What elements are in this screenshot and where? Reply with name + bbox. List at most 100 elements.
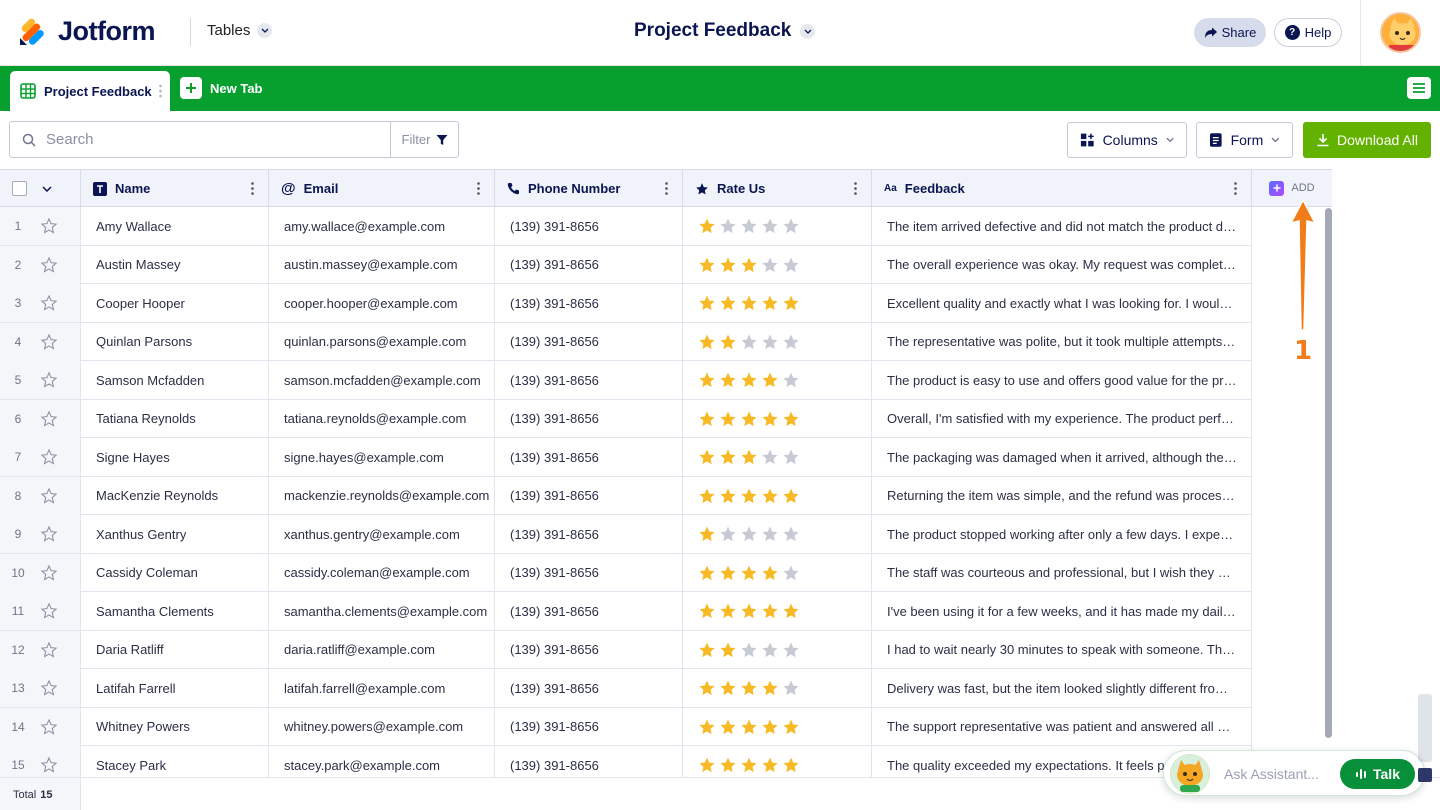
table-row[interactable]: 1 Amy Wallace amy.wallace@example.com (1… bbox=[0, 207, 1252, 246]
favorite-star-icon[interactable] bbox=[40, 756, 58, 774]
phone-cell[interactable]: (139) 391-8656 bbox=[495, 669, 683, 707]
select-all-checkbox[interactable] bbox=[12, 181, 27, 196]
feedback-cell[interactable]: Overall, I'm satisfied with my experienc… bbox=[872, 399, 1252, 438]
name-cell[interactable]: Stacey Park bbox=[81, 746, 269, 777]
favorite-star-icon[interactable] bbox=[40, 641, 58, 659]
favorite-star-icon[interactable] bbox=[40, 525, 58, 543]
phone-cell[interactable]: (139) 391-8656 bbox=[495, 399, 683, 438]
rating-cell[interactable] bbox=[683, 245, 872, 284]
table-row[interactable]: 13 Latifah Farrell latifah.farrell@examp… bbox=[0, 669, 1252, 708]
table-row[interactable]: 6 Tatiana Reynolds tatiana.reynolds@exam… bbox=[0, 399, 1252, 438]
name-cell[interactable]: Daria Ratliff bbox=[81, 630, 269, 669]
column-header-name[interactable]: Name bbox=[81, 170, 269, 207]
table-row[interactable]: 8 MacKenzie Reynolds mackenzie.reynolds@… bbox=[0, 476, 1252, 515]
column-options-icon[interactable] bbox=[665, 182, 668, 195]
favorite-star-icon[interactable] bbox=[40, 679, 58, 697]
rating-cell[interactable] bbox=[683, 707, 872, 746]
rating-cell[interactable] bbox=[683, 630, 872, 669]
user-avatar[interactable] bbox=[1380, 12, 1421, 53]
table-row[interactable]: 2 Austin Massey austin.massey@example.co… bbox=[0, 245, 1252, 284]
feedback-cell[interactable]: The packaging was damaged when it arrive… bbox=[872, 438, 1252, 476]
favorite-star-icon[interactable] bbox=[40, 602, 58, 620]
phone-cell[interactable]: (139) 391-8656 bbox=[495, 245, 683, 284]
favorite-star-icon[interactable] bbox=[40, 217, 58, 235]
rating-cell[interactable] bbox=[683, 746, 872, 777]
name-cell[interactable]: Amy Wallace bbox=[81, 207, 269, 245]
vertical-scrollbar[interactable] bbox=[1325, 208, 1332, 738]
download-all-button[interactable]: Download All bbox=[1303, 122, 1431, 158]
favorite-star-icon[interactable] bbox=[40, 564, 58, 582]
column-header-email[interactable]: @ Email bbox=[269, 170, 495, 207]
email-cell[interactable]: signe.hayes@example.com bbox=[269, 438, 495, 476]
column-options-icon[interactable] bbox=[854, 182, 857, 195]
feedback-cell[interactable]: The staff was courteous and professional… bbox=[872, 553, 1252, 592]
table-row[interactable]: 12 Daria Ratliff daria.ratliff@example.c… bbox=[0, 630, 1252, 669]
email-cell[interactable]: stacey.park@example.com bbox=[269, 746, 495, 777]
table-row[interactable]: 10 Cassidy Coleman cassidy.coleman@examp… bbox=[0, 553, 1252, 592]
column-options-icon[interactable] bbox=[1234, 182, 1237, 195]
phone-cell[interactable]: (139) 391-8656 bbox=[495, 707, 683, 746]
rating-cell[interactable] bbox=[683, 399, 872, 438]
table-row[interactable]: 3 Cooper Hooper cooper.hooper@example.co… bbox=[0, 284, 1252, 323]
favorite-star-icon[interactable] bbox=[40, 448, 58, 466]
name-cell[interactable]: Samantha Clements bbox=[81, 592, 269, 630]
rating-cell[interactable] bbox=[683, 553, 872, 592]
table-row[interactable]: 14 Whitney Powers whitney.powers@example… bbox=[0, 707, 1252, 746]
name-cell[interactable]: Latifah Farrell bbox=[81, 669, 269, 707]
feedback-cell[interactable]: The representative was polite, but it to… bbox=[872, 322, 1252, 361]
chevron-down-icon[interactable] bbox=[42, 185, 52, 192]
rating-cell[interactable] bbox=[683, 322, 872, 361]
email-cell[interactable]: samantha.clements@example.com bbox=[269, 592, 495, 630]
name-cell[interactable]: Tatiana Reynolds bbox=[81, 399, 269, 438]
rating-cell[interactable] bbox=[683, 207, 872, 245]
rating-cell[interactable] bbox=[683, 476, 872, 515]
name-cell[interactable]: MacKenzie Reynolds bbox=[81, 476, 269, 515]
favorite-star-icon[interactable] bbox=[40, 333, 58, 351]
column-header-rate-us[interactable]: Rate Us bbox=[683, 170, 872, 207]
feedback-cell[interactable]: Delivery was fast, but the item looked s… bbox=[872, 669, 1252, 707]
email-cell[interactable]: cassidy.coleman@example.com bbox=[269, 553, 495, 592]
name-cell[interactable]: Signe Hayes bbox=[81, 438, 269, 476]
phone-cell[interactable]: (139) 391-8656 bbox=[495, 361, 683, 399]
phone-cell[interactable]: (139) 391-8656 bbox=[495, 438, 683, 476]
name-cell[interactable]: Cassidy Coleman bbox=[81, 553, 269, 592]
email-cell[interactable]: xanthus.gentry@example.com bbox=[269, 515, 495, 553]
table-row[interactable]: 11 Samantha Clements samantha.clements@e… bbox=[0, 592, 1252, 631]
name-cell[interactable]: Xanthus Gentry bbox=[81, 515, 269, 553]
phone-cell[interactable]: (139) 391-8656 bbox=[495, 207, 683, 245]
favorite-star-icon[interactable] bbox=[40, 371, 58, 389]
table-row[interactable]: 7 Signe Hayes signe.hayes@example.com (1… bbox=[0, 438, 1252, 477]
phone-cell[interactable]: (139) 391-8656 bbox=[495, 746, 683, 777]
phone-cell[interactable]: (139) 391-8656 bbox=[495, 476, 683, 515]
column-options-icon[interactable] bbox=[251, 182, 254, 195]
name-cell[interactable]: Cooper Hooper bbox=[81, 284, 269, 322]
favorite-star-icon[interactable] bbox=[40, 256, 58, 274]
email-cell[interactable]: tatiana.reynolds@example.com bbox=[269, 399, 495, 438]
table-row[interactable]: 4 Quinlan Parsons quinlan.parsons@exampl… bbox=[0, 322, 1252, 361]
column-options-icon[interactable] bbox=[477, 182, 480, 195]
rating-cell[interactable] bbox=[683, 438, 872, 476]
email-cell[interactable]: amy.wallace@example.com bbox=[269, 207, 495, 245]
favorite-star-icon[interactable] bbox=[40, 487, 58, 505]
phone-cell[interactable]: (139) 391-8656 bbox=[495, 592, 683, 630]
tab-project-feedback[interactable]: Project Feedback bbox=[10, 71, 170, 111]
favorite-star-icon[interactable] bbox=[40, 718, 58, 736]
feedback-cell[interactable]: Excellent quality and exactly what I was… bbox=[872, 284, 1252, 322]
rating-cell[interactable] bbox=[683, 669, 872, 707]
search-input[interactable] bbox=[46, 131, 376, 148]
email-cell[interactable]: daria.ratliff@example.com bbox=[269, 630, 495, 669]
jotform-logo[interactable]: Jotform bbox=[18, 16, 156, 47]
phone-cell[interactable]: (139) 391-8656 bbox=[495, 630, 683, 669]
email-cell[interactable]: latifah.farrell@example.com bbox=[269, 669, 495, 707]
feedback-cell[interactable]: The support representative was patient a… bbox=[872, 707, 1252, 746]
table-row[interactable]: 15 Stacey Park stacey.park@example.com (… bbox=[0, 746, 1252, 777]
phone-cell[interactable]: (139) 391-8656 bbox=[495, 284, 683, 322]
favorite-star-icon[interactable] bbox=[40, 410, 58, 428]
phone-cell[interactable]: (139) 391-8656 bbox=[495, 553, 683, 592]
feedback-cell[interactable]: I had to wait nearly 30 minutes to speak… bbox=[872, 630, 1252, 669]
talk-button[interactable]: Talk bbox=[1340, 759, 1415, 789]
rating-cell[interactable] bbox=[683, 284, 872, 322]
columns-button[interactable]: Columns bbox=[1067, 122, 1187, 158]
help-button[interactable]: ? Help bbox=[1274, 18, 1342, 47]
name-cell[interactable]: Whitney Powers bbox=[81, 707, 269, 746]
